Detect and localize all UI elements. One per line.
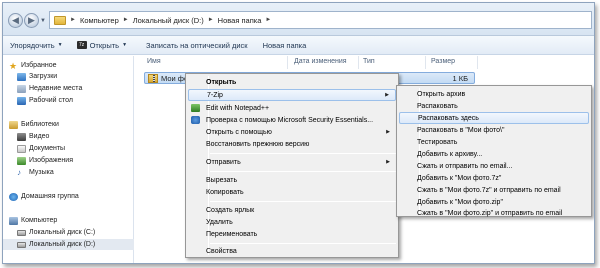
zip-add-to-archive[interactable]: Добавить к архиву... bbox=[399, 148, 589, 160]
menu-edit-notepad[interactable]: Edit with Notepad++ bbox=[188, 102, 396, 114]
security-essentials-icon bbox=[191, 116, 200, 124]
menu-7zip[interactable]: 7-Zip ▶ bbox=[188, 89, 396, 101]
explorer-window: ◀ ▶ ▼ ► Компьютер ► Локальный диск (D:) ► … bbox=[2, 2, 595, 264]
menu-delete[interactable]: Удалить bbox=[188, 216, 396, 228]
forward-button[interactable]: ▶ bbox=[24, 13, 39, 28]
column-type[interactable]: Тип bbox=[363, 58, 375, 65]
folder-icon bbox=[54, 15, 66, 25]
zip-compress-zip-email[interactable]: Сжать в "Мои фото.zip" и отправить по em… bbox=[399, 207, 589, 219]
zip-extract-to-folder[interactable]: Распаковать в "Мои фото\" bbox=[399, 124, 589, 136]
organize-button[interactable]: Упорядочить ▼ bbox=[3, 41, 70, 50]
chevron-right-icon: ▶ bbox=[385, 92, 389, 98]
column-header-row: Имя Дата изменения Тип Размер bbox=[135, 56, 594, 69]
nav-homegroup[interactable]: Домашняя группа bbox=[3, 191, 134, 202]
context-menu: Открыть 7-Zip ▶ Edit with Notepad++ Прове… bbox=[185, 73, 399, 258]
zip-extract-here[interactable]: Распаковать здесь bbox=[399, 112, 589, 124]
homegroup-icon bbox=[9, 192, 18, 201]
menu-open-with[interactable]: Открыть с помощью ▶ bbox=[188, 126, 396, 138]
breadcrumb-drive-d[interactable]: Локальный диск (D:) ► bbox=[133, 16, 214, 25]
nav-computer[interactable]: Компьютер bbox=[3, 215, 134, 226]
column-size[interactable]: Размер bbox=[431, 58, 455, 65]
menu-copy[interactable]: Копировать bbox=[188, 186, 396, 198]
column-name[interactable]: Имя bbox=[147, 58, 161, 65]
chevron-right-icon: ► bbox=[70, 17, 76, 23]
back-button[interactable]: ◀ bbox=[8, 13, 23, 28]
menu-create-shortcut[interactable]: Создать ярлык bbox=[188, 204, 396, 216]
burn-disc-button[interactable]: Записать на оптический диск bbox=[134, 41, 255, 50]
zip-compress-7z-email[interactable]: Сжать в "Мои фото.7z" и отправить по ema… bbox=[399, 184, 589, 196]
desktop-icon bbox=[17, 96, 26, 105]
menu-cut[interactable]: Вырезать bbox=[188, 174, 396, 186]
document-icon bbox=[17, 144, 26, 153]
music-icon: ♪ bbox=[17, 167, 21, 177]
nav-documents[interactable]: Документы bbox=[3, 143, 134, 154]
new-folder-button[interactable]: Новая папка bbox=[255, 41, 314, 50]
computer-icon bbox=[9, 216, 18, 225]
zip-submenu: Открыть архив Распаковать Распаковать зд… bbox=[396, 85, 592, 217]
nav-music[interactable]: ♪ Музыка bbox=[3, 167, 134, 178]
nav-favorites[interactable]: ★ Избранное bbox=[3, 60, 134, 71]
menu-restore-version[interactable]: Восстановить прежнюю версию bbox=[188, 138, 396, 150]
notepad-plus-icon bbox=[191, 104, 200, 112]
downloads-icon bbox=[17, 72, 26, 81]
recent-places-icon bbox=[17, 84, 26, 93]
chevron-right-icon: ▶ bbox=[386, 159, 390, 165]
chevron-right-icon: ▶ bbox=[386, 129, 390, 135]
nav-drive-c[interactable]: Локальный диск (C:) bbox=[3, 227, 134, 238]
zip-open-archive[interactable]: Открыть архив bbox=[399, 88, 589, 100]
chevron-down-icon: ▼ bbox=[57, 42, 63, 48]
breadcrumb-new-folder[interactable]: Новая папка ► bbox=[218, 16, 272, 25]
nav-drive-d[interactable]: Локальный диск (D:) bbox=[3, 239, 134, 250]
nav-desktop[interactable]: Рабочий стол bbox=[3, 95, 134, 106]
menu-scan-mse[interactable]: Проверка с помощью Microsoft Security Es… bbox=[188, 114, 396, 126]
menu-send-to[interactable]: Отправить ▶ bbox=[188, 156, 396, 168]
chevron-down-icon: ▼ bbox=[122, 42, 128, 48]
star-icon: ★ bbox=[9, 60, 18, 71]
zip-extract[interactable]: Распаковать bbox=[399, 100, 589, 112]
menu-open[interactable]: Открыть bbox=[188, 76, 396, 88]
navigation-pane: ★ Избранное Загрузки Недавние места Рабоч… bbox=[3, 56, 134, 263]
nav-downloads[interactable]: Загрузки bbox=[3, 71, 134, 82]
image-icon bbox=[17, 156, 26, 165]
zip-add-7z[interactable]: Добавить к "Мои фото.7z" bbox=[399, 172, 589, 184]
menu-rename[interactable]: Переименовать bbox=[188, 228, 396, 240]
address-bar[interactable]: ► Компьютер ► Локальный диск (D:) ► Новая … bbox=[49, 11, 592, 29]
nav-libraries[interactable]: Библиотеки bbox=[3, 119, 134, 130]
library-icon bbox=[9, 120, 18, 129]
video-icon bbox=[17, 132, 26, 141]
drive-icon bbox=[17, 229, 26, 236]
zip-file-icon bbox=[148, 73, 158, 83]
drive-icon bbox=[17, 241, 26, 248]
nav-video[interactable]: Видео bbox=[3, 131, 134, 142]
file-size: 1 КБ bbox=[452, 74, 468, 83]
column-date[interactable]: Дата изменения bbox=[294, 58, 347, 65]
zip-test[interactable]: Тестировать bbox=[399, 136, 589, 148]
menu-properties[interactable]: Свойства bbox=[188, 245, 396, 257]
recent-pages-dropdown[interactable]: ▼ bbox=[40, 18, 46, 24]
nav-images[interactable]: Изображения bbox=[3, 155, 134, 166]
command-bar: Упорядочить ▼ 7z Открыть ▼ Записать на опт… bbox=[3, 36, 594, 55]
address-bar-area: ◀ ▶ ▼ ► Компьютер ► Локальный диск (D:) ► … bbox=[3, 3, 594, 36]
breadcrumb-computer[interactable]: Компьютер ► bbox=[80, 16, 129, 25]
archive-icon: 7z bbox=[76, 41, 87, 49]
open-button[interactable]: 7z Открыть ▼ bbox=[70, 41, 134, 50]
zip-compress-email[interactable]: Сжать и отправить по email... bbox=[399, 160, 589, 172]
nav-recent[interactable]: Недавние места bbox=[3, 83, 134, 94]
